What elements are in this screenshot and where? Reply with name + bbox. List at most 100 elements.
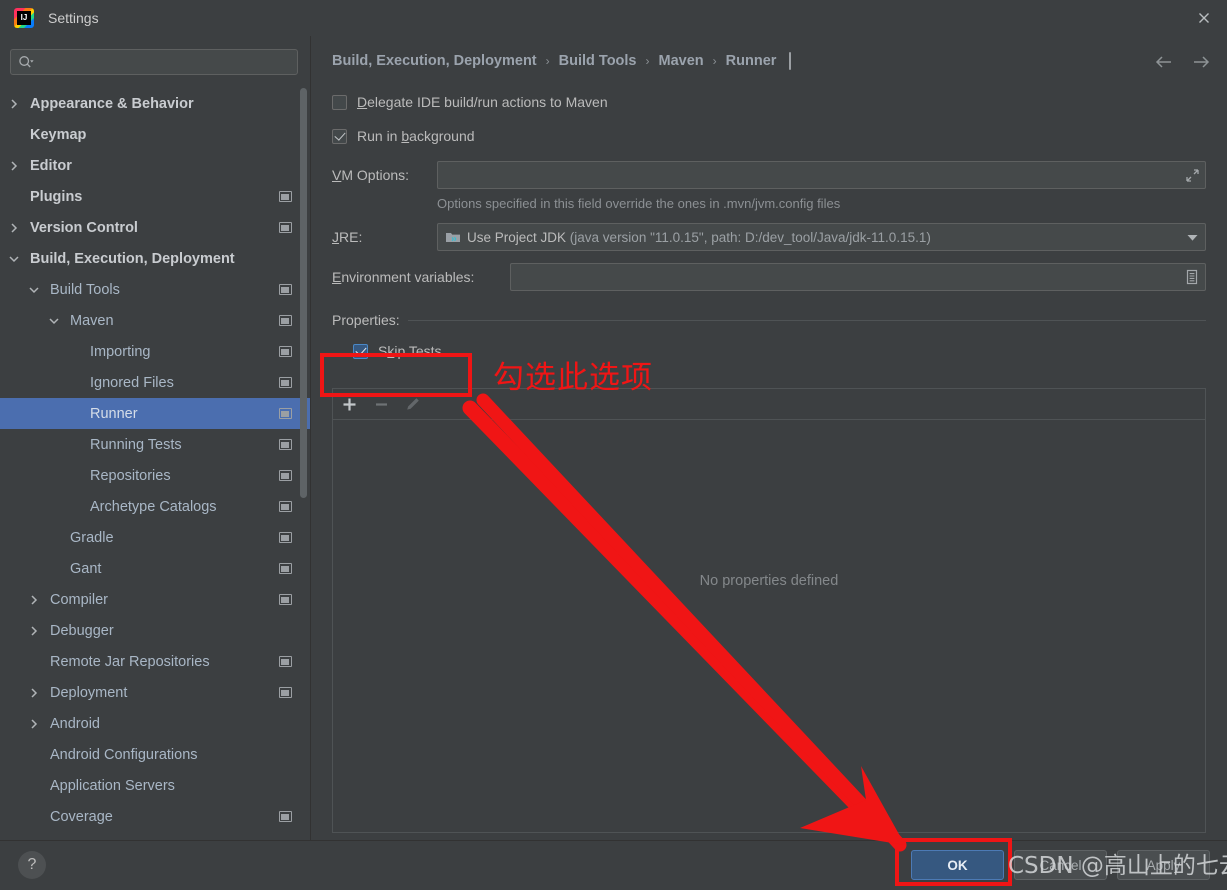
vm-options-field[interactable] <box>437 161 1206 189</box>
tree-arrow-placeholder <box>66 499 82 515</box>
breadcrumb-item-3[interactable]: Runner <box>726 53 777 69</box>
chevron-down-icon <box>29 286 39 293</box>
breadcrumb-item-2[interactable]: Maven <box>659 53 704 69</box>
sidebar-item-importing[interactable]: Importing <box>0 336 310 367</box>
sidebar-item-build-execution-deployment[interactable]: Build, Execution, Deployment <box>0 243 310 274</box>
tree-arrow-placeholder <box>66 437 82 453</box>
chevron-right-icon[interactable] <box>26 623 42 639</box>
sidebar-item-runner[interactable]: Runner <box>0 398 310 429</box>
sidebar-item-deployment[interactable]: Deployment <box>0 677 310 708</box>
arrow-right-icon[interactable] <box>1189 50 1213 74</box>
chevron-down-icon[interactable] <box>6 251 22 267</box>
sidebar-item-label: Gant <box>70 560 102 577</box>
delegate-label-rest: elegate IDE build/run actions to Maven <box>367 94 608 110</box>
chevron-right-icon[interactable] <box>26 716 42 732</box>
chevron-right-icon[interactable] <box>26 685 42 701</box>
chevron-down-icon[interactable] <box>1179 233 1205 242</box>
sidebar-item-android[interactable]: Android <box>0 708 310 739</box>
sidebar-item-debugger[interactable]: Debugger <box>0 615 310 646</box>
chevron-right-icon[interactable] <box>26 592 42 608</box>
sidebar-item-gradle[interactable]: Gradle <box>0 522 310 553</box>
sidebar-item-compiler[interactable]: Compiler <box>0 584 310 615</box>
chevron-right-icon[interactable] <box>6 158 22 174</box>
sidebar-item-running-tests[interactable]: Running Tests <box>0 429 310 460</box>
badge-placeholder <box>274 96 296 112</box>
skip-tests-checkbox-row[interactable]: Skip Tests <box>353 339 442 363</box>
tree-arrow-placeholder <box>6 127 22 143</box>
sidebar-scrollbar[interactable] <box>300 88 307 498</box>
run-in-background-checkbox[interactable] <box>332 128 347 144</box>
properties-list[interactable]: No properties defined <box>332 419 1206 833</box>
sidebar-item-label: Android Configurations <box>50 746 198 763</box>
intellij-idea-icon <box>14 8 34 28</box>
cancel-button[interactable]: Cancel <box>1014 850 1107 880</box>
env-label-rest: nvironment variables: <box>341 269 475 285</box>
help-button[interactable]: ? <box>18 851 46 879</box>
jre-row: JRE: Use Project JDK (java version "11.0… <box>332 223 1227 251</box>
title-bar: Settings <box>0 0 1227 37</box>
list-editor-icon[interactable] <box>1179 264 1205 290</box>
chevron-right-icon[interactable] <box>6 220 22 236</box>
skip-tests-checkbox[interactable] <box>353 343 368 359</box>
sidebar-item-label: Runner <box>90 405 138 422</box>
sidebar-item-ignored-files[interactable]: Ignored Files <box>0 367 310 398</box>
environment-variables-label: Environment variables: <box>332 269 510 285</box>
sidebar-item-plugins[interactable]: Plugins <box>0 181 310 212</box>
sidebar-item-archetype-catalogs[interactable]: Archetype Catalogs <box>0 491 310 522</box>
badge-glyph <box>278 284 292 295</box>
chevron-right-icon <box>31 594 38 605</box>
project-scope-badge-icon <box>274 313 296 329</box>
sidebar-item-keymap[interactable]: Keymap <box>0 119 310 150</box>
pencil-icon[interactable] <box>397 390 429 418</box>
tree-arrow-placeholder <box>26 747 42 763</box>
sidebar-item-label: Deployment <box>50 684 128 701</box>
sidebar-item-android-configurations[interactable]: Android Configurations <box>0 739 310 770</box>
chevron-down-icon[interactable] <box>46 313 62 329</box>
ok-button[interactable]: OK <box>911 850 1004 880</box>
sidebar-item-build-tools[interactable]: Build Tools <box>0 274 310 305</box>
sidebar-item-editor[interactable]: Editor <box>0 150 310 181</box>
callout-text: 勾选此选项 <box>493 360 653 396</box>
arrow-left-icon[interactable] <box>1151 50 1175 74</box>
sidebar-item-coverage[interactable]: Coverage <box>0 801 310 832</box>
breadcrumb-item-0[interactable]: Build, Execution, Deployment <box>332 53 537 69</box>
chevron-right-icon <box>31 687 38 698</box>
expand-icon[interactable] <box>1179 162 1205 188</box>
sidebar-item-label: Build, Execution, Deployment <box>30 250 235 267</box>
chevron-right-icon[interactable] <box>6 96 22 112</box>
run-in-background-label: Run in background <box>357 128 475 144</box>
vm-options-input[interactable] <box>438 163 1179 187</box>
plus-icon[interactable] <box>333 390 365 418</box>
search-input[interactable] <box>39 52 279 72</box>
plus-glyph <box>343 398 355 410</box>
jre-label: JRE: <box>332 229 437 245</box>
run-in-background-checkbox-row[interactable]: Run in background <box>332 124 1227 148</box>
sidebar-item-appearance-behavior[interactable]: Appearance & Behavior <box>0 88 310 119</box>
dialog-actions: OK Cancel Apply <box>911 850 1210 880</box>
sidebar-item-label: Appearance & Behavior <box>30 95 194 112</box>
close-icon[interactable] <box>1181 0 1227 36</box>
tree-arrow-placeholder <box>66 406 82 422</box>
apply-button[interactable]: Apply <box>1117 850 1210 880</box>
delegate-ide-build-checkbox[interactable] <box>332 94 347 110</box>
environment-variables-input[interactable] <box>511 265 1179 289</box>
environment-variables-field[interactable] <box>510 263 1206 291</box>
chevron-down-icon[interactable] <box>26 282 42 298</box>
sidebar-item-maven[interactable]: Maven <box>0 305 310 336</box>
sidebar-item-remote-jar-repositories[interactable]: Remote Jar Repositories <box>0 646 310 677</box>
sidebar-item-label: Editor <box>30 157 72 174</box>
minus-icon[interactable] <box>365 390 397 418</box>
sidebar-item-gant[interactable]: Gant <box>0 553 310 584</box>
project-scope-badge-icon <box>274 375 296 391</box>
breadcrumb-item-1[interactable]: Build Tools <box>559 53 637 69</box>
sidebar-item-version-control[interactable]: Version Control <box>0 212 310 243</box>
search-box[interactable] <box>10 49 298 75</box>
settings-tree[interactable]: Appearance & Behavior Keymap Editor Plugins… <box>0 88 310 841</box>
sidebar-item-label: Application Servers <box>50 777 175 794</box>
delegate-ide-build-checkbox-row[interactable]: Delegate IDE build/run actions to Maven <box>332 90 1227 114</box>
badge-placeholder <box>274 158 296 174</box>
jre-mnemonic: J <box>332 229 339 245</box>
sidebar-item-repositories[interactable]: Repositories <box>0 460 310 491</box>
jre-combobox[interactable]: Use Project JDK (java version "11.0.15",… <box>437 223 1206 251</box>
sidebar-item-application-servers[interactable]: Application Servers <box>0 770 310 801</box>
